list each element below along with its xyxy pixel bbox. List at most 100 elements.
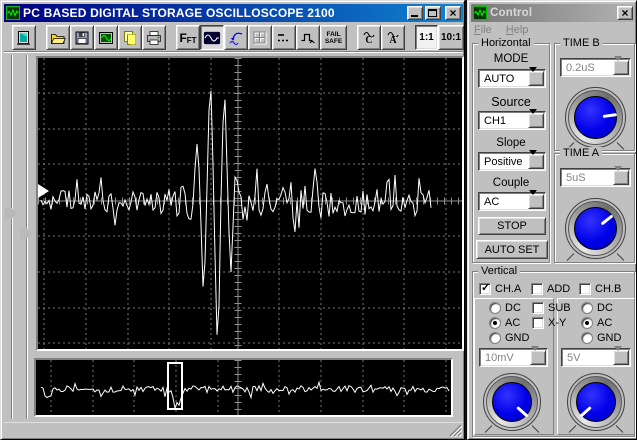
waveform-trace [40, 380, 450, 411]
ch-b-gain-knob[interactable] [567, 373, 625, 433]
source-combobox[interactable]: CH1 [478, 109, 546, 130]
window-title: PC BASED DIGITAL STORAGE OSCILLOSCOPE 21… [23, 6, 335, 20]
sub-checkbox[interactable]: ✓ [532, 302, 544, 314]
dropdown-arrow-button[interactable] [528, 190, 544, 211]
dotted-line-button[interactable] [272, 25, 296, 50]
ch-a-position-track[interactable] [11, 55, 13, 419]
overview-grid-and-trace [40, 360, 450, 415]
sine-wave-icon [203, 30, 221, 45]
ch-b-ac-radio[interactable] [581, 317, 593, 329]
cal-c-letter: C [365, 34, 373, 46]
app-icon [6, 6, 20, 20]
ch-b-checkbox[interactable]: ✓ [579, 283, 591, 295]
dropdown-arrow-button[interactable] [528, 150, 544, 171]
recall-button[interactable] [224, 25, 248, 50]
chevron-down-icon [614, 56, 622, 77]
dotted-line-icon [278, 33, 290, 41]
control-close-button[interactable]: × [617, 6, 633, 20]
close-icon: × [449, 6, 457, 20]
cal-a-letter: A [389, 34, 397, 46]
desktop: PC BASED DIGITAL STORAGE OSCILLOSCOPE 21… [0, 0, 637, 440]
ch-b-dc-label: DC [597, 302, 613, 314]
auto-set-button[interactable]: AUTO SET [476, 240, 548, 259]
pulse-wave-icon [301, 33, 315, 43]
time-a-combobox: 5uS [560, 166, 631, 187]
scope-grid-and-trace [38, 58, 462, 349]
save-button[interactable] [70, 25, 94, 50]
close-icon: × [621, 6, 629, 20]
failsafe-label-1: FAIL [326, 30, 341, 38]
dropdown-arrow-button[interactable] [528, 67, 544, 88]
stop-button[interactable]: STOP [478, 217, 546, 235]
scope-screen-icon [99, 31, 113, 44]
pulse-button[interactable] [296, 25, 320, 50]
ch-a-dc-radio[interactable] [489, 302, 501, 314]
close-button[interactable]: × [445, 6, 461, 20]
trigger-level-marker[interactable] [38, 184, 49, 198]
notes-copy-icon [124, 30, 136, 45]
sine-display-button[interactable] [200, 25, 224, 50]
toolbar-divider [4, 51, 463, 52]
time-a-group: TIME A 5uS [554, 147, 635, 263]
ch-b-dc-radio[interactable] [581, 302, 593, 314]
horizontal-group-label: Horizontal [478, 37, 534, 49]
exit-door-icon [17, 30, 30, 45]
ch-b-gnd-radio[interactable] [581, 332, 593, 344]
ch-a-ac-radio[interactable] [489, 317, 501, 329]
grid-icon [253, 31, 267, 44]
time-b-knob[interactable] [565, 87, 626, 150]
slope-combobox[interactable]: Positive [478, 150, 546, 171]
resize-grip[interactable] [449, 424, 462, 437]
control-window: Control × File Help Horizontal MODE AUTO… [467, 0, 637, 440]
vertical-group-label: Vertical [478, 265, 521, 277]
source-label: Source [491, 95, 531, 109]
open-folder-icon [50, 33, 66, 44]
control-window-title: Control [490, 7, 533, 19]
xy-checkbox[interactable]: ✓ [532, 317, 544, 329]
probe-1-1-label: 1:1 [419, 32, 434, 43]
copy-button[interactable] [118, 25, 142, 50]
printer-icon [147, 30, 161, 45]
couple-combobox[interactable]: AC [478, 190, 546, 211]
ch-a-checkbox-label: CH.A [495, 283, 522, 295]
control-titlebar: Control × [471, 4, 635, 22]
cal-c-button[interactable]: C [357, 25, 381, 50]
grid-button[interactable] [248, 25, 272, 50]
cal-a-button[interactable]: A [381, 25, 405, 50]
ch-b-position-slider[interactable] [20, 228, 32, 239]
failsafe-button[interactable]: FAIL SAFE [320, 25, 347, 50]
time-a-knob[interactable] [565, 198, 626, 261]
mode-label: MODE [493, 53, 529, 65]
minimize-icon [411, 15, 418, 17]
fft-button[interactable]: F FT [176, 25, 200, 50]
probe-1-1-button[interactable]: 1:1 [415, 25, 438, 50]
ch-b-range-combobox: 5V [561, 346, 631, 367]
mode-combobox[interactable]: AUTO [478, 67, 546, 88]
overview-selection-box[interactable] [167, 362, 183, 410]
time-a-group-label: TIME A [560, 147, 603, 159]
probe-10-1-label: 10:1 [440, 32, 461, 43]
ch-a-position-slider[interactable] [5, 208, 17, 219]
chevron-down-icon [531, 346, 539, 367]
time-b-group: TIME B 0.2uS [554, 37, 635, 151]
print-button[interactable] [142, 25, 166, 50]
ch-a-gain-knob[interactable] [483, 373, 541, 433]
snapshot-button[interactable] [94, 25, 118, 50]
knob-face [574, 96, 617, 139]
probe-10-1-button[interactable]: 10:1 [438, 25, 464, 50]
open-button[interactable] [46, 25, 70, 50]
ch-a-dc-label: DC [505, 302, 521, 314]
ch-a-gnd-radio[interactable] [489, 332, 501, 344]
minimize-button[interactable] [407, 6, 423, 20]
maximize-button[interactable] [425, 6, 441, 20]
ch-a-checkbox[interactable]: ✓ [479, 282, 491, 295]
main-titlebar: PC BASED DIGITAL STORAGE OSCILLOSCOPE 21… [4, 4, 463, 22]
failsafe-label-2: SAFE [324, 37, 343, 45]
knob-face [574, 207, 617, 250]
add-checkbox-label: ADD [547, 283, 571, 295]
add-checkbox[interactable]: ✓ [531, 283, 543, 295]
dropdown-arrow-button[interactable] [528, 109, 544, 130]
chevron-down-icon [529, 150, 537, 171]
dropdown-arrow-button [613, 346, 629, 367]
exit-button[interactable] [12, 25, 36, 50]
